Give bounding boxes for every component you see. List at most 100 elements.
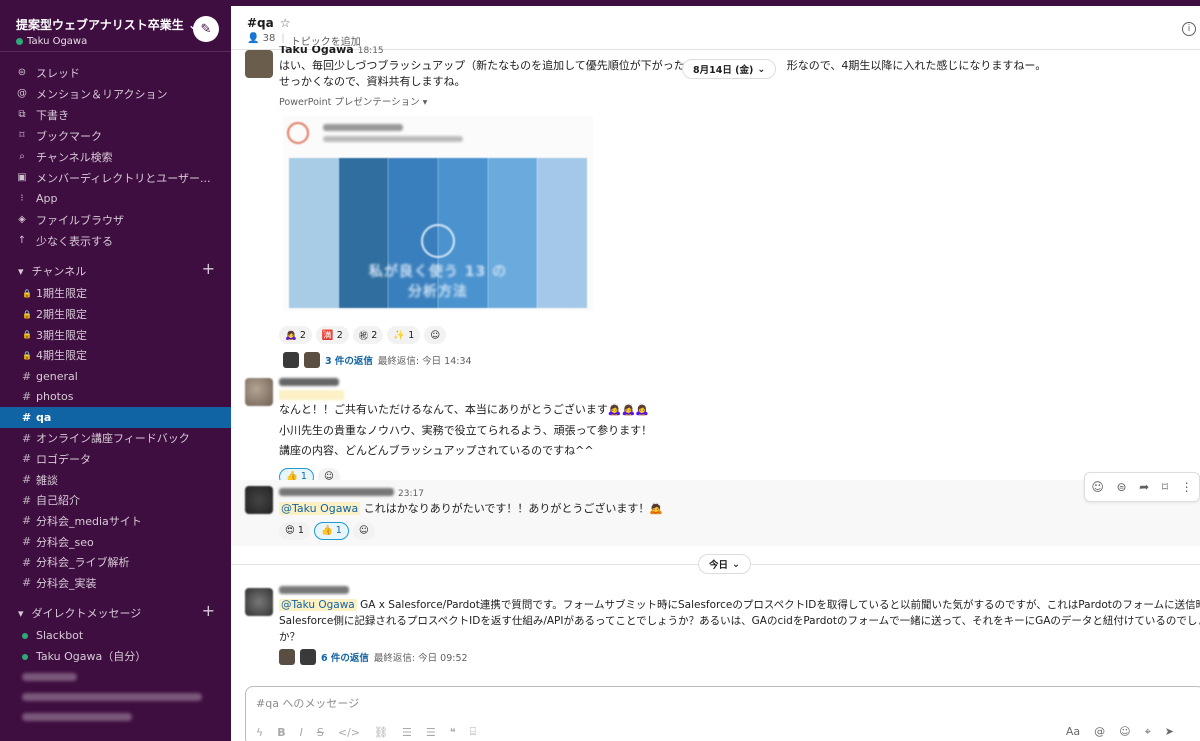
sidebar-channel-item[interactable]: # 分科会_seo <box>0 531 231 552</box>
sidebar-nav-item[interactable]: ⧉ 下書き <box>0 104 231 125</box>
logo-icon <box>287 122 309 144</box>
sidebar-channel-item[interactable]: # 分科会_mediaサイト <box>0 511 231 532</box>
text-format-icon[interactable]: Aa <box>1066 725 1080 739</box>
sidebar-channel-item[interactable]: 🔒 1期生限定 <box>0 283 231 304</box>
more-actions-icon[interactable]: ⋮ <box>1181 480 1193 494</box>
user-mention[interactable]: @Taku Ogawa <box>279 599 357 611</box>
thread-summary[interactable]: 3 件の返信 最終返信: 今日 14:34 <box>283 352 472 368</box>
reaction-count: 1 <box>335 525 342 536</box>
avatar[interactable] <box>245 486 273 514</box>
bullet-list-icon[interactable]: ☰ <box>426 726 436 739</box>
sidebar-nav-item[interactable]: ◈ ファイルブラウザ <box>0 209 231 230</box>
date-jump-pill[interactable]: 8月14日 (金) ⌄ <box>682 59 777 79</box>
lock-icon: 🔒 <box>22 330 32 340</box>
dm-item[interactable] <box>0 667 231 687</box>
channels-section-header[interactable]: ▾ チャンネル + <box>0 259 231 283</box>
reaction-pill[interactable]: 🈵 2 <box>315 326 349 344</box>
thread-replies-link[interactable]: 6 件の返信 <box>321 650 369 664</box>
sidebar-channel-item[interactable]: # オンライン講座フィードバック <box>0 428 231 449</box>
avatar[interactable] <box>245 378 273 406</box>
channel-title[interactable]: #qa ☆ <box>247 16 1200 30</box>
bookmark-icon[interactable]: ⌑ <box>1162 480 1168 494</box>
hash-icon: # <box>22 514 32 528</box>
strikethrough-icon[interactable]: S <box>317 726 324 739</box>
message-body: @Taku Ogawa GA x Salesforce/Pardot連携で質問で… <box>279 584 1200 665</box>
sidebar-dm-item[interactable]: Taku Ogawa（自分） <box>0 646 231 667</box>
shortcuts-icon[interactable]: ϟ <box>256 726 263 739</box>
reply-in-thread-icon[interactable]: ⊜ <box>1116 480 1126 494</box>
reaction-pill[interactable]: ✨ 1 <box>387 326 421 344</box>
sidebar-nav-item[interactable]: ↑ 少なく表示する <box>0 230 231 251</box>
code-icon[interactable]: </> <box>338 726 360 739</box>
channel-name: 分科会_seo <box>36 535 94 549</box>
file-browser-icon: ◈ <box>18 214 26 225</box>
avatar[interactable] <box>245 588 273 616</box>
sidebar-dm-item[interactable]: Slackbot <box>0 625 231 646</box>
reaction-count: 2 <box>371 329 378 341</box>
star-icon[interactable]: ☆ <box>280 16 291 30</box>
hash-icon: # <box>22 576 32 590</box>
dm-item[interactable] <box>0 687 231 707</box>
sidebar-nav-item[interactable]: ▣ メンバーディレクトリとユーザー... <box>0 167 231 188</box>
code-block-icon[interactable]: ⌸ <box>470 725 477 739</box>
nav-item-label: ブックマーク <box>36 129 102 143</box>
reaction-pill[interactable]: ㊗ 2 <box>352 326 384 344</box>
reaction-pill[interactable]: 🙇‍♀️ 2 <box>279 326 312 344</box>
add-reaction-icon[interactable]: ☺ <box>352 521 375 540</box>
sidebar-channel-item[interactable]: 🔒 2期生限定 <box>0 304 231 325</box>
add-reaction-icon[interactable]: ☺ <box>424 326 447 344</box>
add-dm-icon[interactable]: + <box>202 601 215 620</box>
sidebar-channel-item[interactable]: # 雑談 <box>0 469 231 490</box>
author-name[interactable]: Taku Ogawa 18:15 <box>279 46 1195 56</box>
add-reaction-icon[interactable]: ☺ <box>1091 480 1104 494</box>
sidebar-channel-item[interactable]: # 分科会_実装 <box>0 573 231 594</box>
italic-icon[interactable]: I <box>300 726 303 739</box>
sidebar-channel-item[interactable]: 🔒 3期生限定 <box>0 324 231 345</box>
avatar[interactable] <box>245 50 273 78</box>
sidebar-channel-item[interactable]: # 分科会_ライブ解析 <box>0 552 231 573</box>
sidebar-nav-item[interactable]: @ メンション＆リアクション <box>0 83 231 104</box>
channel-name: 3期生限定 <box>36 328 87 342</box>
lock-icon: 🔒 <box>22 350 32 360</box>
nav-item-label: メンバーディレクトリとユーザー... <box>36 171 211 185</box>
sidebar-channel-item[interactable]: # qa <box>0 407 231 428</box>
add-channel-icon[interactable]: + <box>202 259 215 278</box>
sidebar-nav-item[interactable]: ⁝ App <box>0 188 231 209</box>
dm-item[interactable] <box>0 707 231 727</box>
presence-icon <box>22 650 30 663</box>
message-input[interactable]: #qa へのメッセージ <box>246 687 1200 717</box>
author-name[interactable] <box>279 584 1195 597</box>
send-icon[interactable]: ➤ <box>1165 725 1174 739</box>
sidebar-channel-item[interactable]: # ロゴデータ <box>0 449 231 470</box>
sidebar-channel-item[interactable]: 🔒 4期生限定 <box>0 345 231 366</box>
date-divider-pill[interactable]: 今日 ⌄ <box>698 554 751 574</box>
share-icon[interactable]: ➦ <box>1139 480 1149 494</box>
ordered-list-icon[interactable]: ☰ <box>402 726 412 739</box>
bold-icon[interactable]: B <box>277 726 285 739</box>
user-mention[interactable]: @Taku Ogawa <box>279 502 361 515</box>
sidebar-nav-item[interactable]: ⌑ ブックマーク <box>0 125 231 146</box>
blockquote-icon[interactable]: ❝ <box>450 726 456 739</box>
author-name[interactable] <box>279 376 1195 388</box>
attachment-label[interactable]: PowerPoint プレゼンテーション ▾ <box>279 94 1195 108</box>
attach-icon[interactable]: ⌖ <box>1145 725 1151 739</box>
sidebar-channel-item[interactable]: # general <box>0 366 231 387</box>
sidebar-nav-item[interactable]: ⌕ チャンネル検索 <box>0 146 231 167</box>
reaction-pill[interactable]: 😍 1 <box>279 521 310 540</box>
link-icon[interactable]: ⛓ <box>374 726 388 739</box>
emoji-icon[interactable]: ☺ <box>1119 725 1130 739</box>
compose-icon[interactable]: ✎ <box>193 16 219 42</box>
thread-replies-link[interactable]: 3 件の返信 <box>325 353 373 367</box>
dm-section-header[interactable]: ▾ ダイレクトメッセージ + <box>0 601 231 625</box>
workspace-header[interactable]: 提案型ウェブアナリスト卒業生 ⌄ Taku Ogawa ✎ <box>0 6 231 52</box>
author-name[interactable]: 23:17 <box>279 486 1195 499</box>
info-icon[interactable]: i <box>1182 22 1196 36</box>
mention-icon[interactable]: @ <box>1094 725 1105 739</box>
sidebar-nav-item[interactable]: ⊜ スレッド <box>0 62 231 83</box>
sidebar-channel-item[interactable]: # 自己紹介 <box>0 490 231 511</box>
thread-summary[interactable]: 6 件の返信 最終返信: 今日 09:52 <box>279 649 1195 665</box>
message-text: 講座の内容、どんどんブラッシュアップされているのですね^^ <box>279 444 594 457</box>
reaction-pill[interactable]: 👍 1 <box>313 521 349 540</box>
sidebar-channel-item[interactable]: # photos <box>0 386 231 407</box>
slide-preview[interactable]: 私が良く使う 13 の分析方法 <box>283 116 593 311</box>
